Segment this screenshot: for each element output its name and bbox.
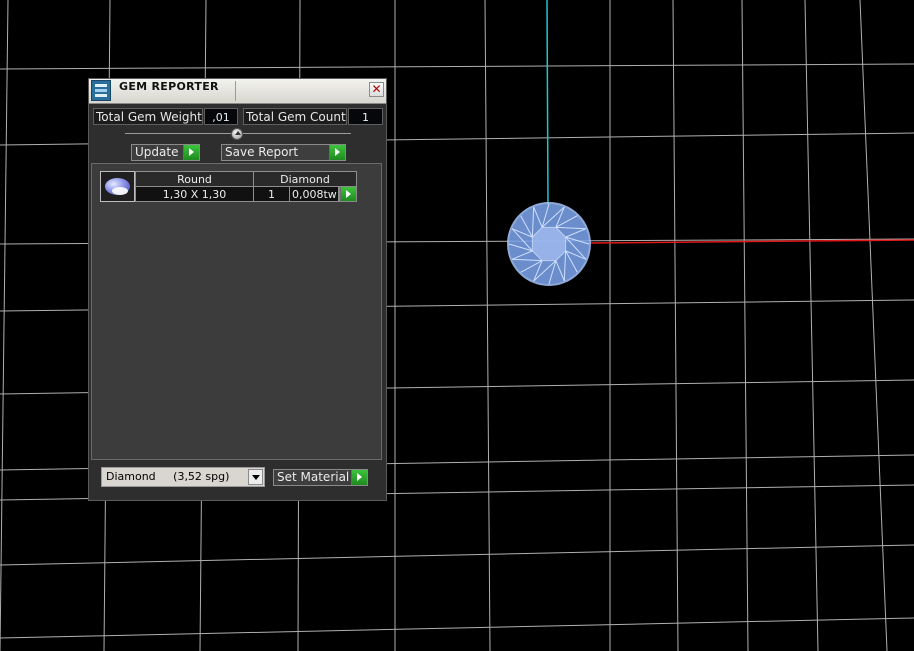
panel-title: GEM REPORTER <box>119 80 219 93</box>
set-material-button[interactable]: Set Material <box>273 469 368 486</box>
gem-size-cell: 1,30 X 1,30 <box>135 186 254 202</box>
play-arrow-icon <box>183 145 199 160</box>
update-button[interactable]: Update <box>131 144 200 161</box>
material-dropdown-value: Diamond (3,52 spg) <box>106 470 230 483</box>
play-arrow-icon <box>351 470 367 485</box>
play-arrow-icon <box>329 145 345 160</box>
panel-titlebar[interactable]: GEM REPORTER ✕ <box>89 79 386 104</box>
material-dropdown[interactable]: Diamond (3,52 spg) <box>101 467 265 487</box>
gem-list[interactable]: Round Diamond 1,30 X 1,30 1 0,008tw <box>91 163 382 460</box>
save-report-button-label: Save Report <box>225 145 299 159</box>
update-button-label: Update <box>135 145 179 159</box>
gem-thumbnail-icon <box>100 171 135 202</box>
y-axis <box>546 0 549 206</box>
total-gem-count-value: 1 <box>348 108 383 125</box>
gem-quantity-cell: 1 <box>253 186 290 202</box>
total-gem-weight-label: Total Gem Weight <box>93 108 203 125</box>
gem-weight-cell: 0,008tw <box>289 186 339 202</box>
total-gem-weight-value: ,01 <box>204 108 238 125</box>
diamond-gem-3d[interactable] <box>507 202 591 286</box>
row-select-button[interactable] <box>339 186 357 202</box>
gem-material-cell: Diamond <box>253 171 357 187</box>
total-gem-count-label: Total Gem Count <box>243 108 347 125</box>
titlebar-divider <box>235 81 236 101</box>
gem-shape-cell: Round <box>135 171 254 187</box>
save-report-button[interactable]: Save Report <box>221 144 346 161</box>
play-arrow-icon <box>340 187 356 201</box>
gem-reporter-app-icon <box>91 80 111 101</box>
set-material-button-label: Set Material <box>277 470 350 484</box>
collapse-toggle-icon[interactable] <box>231 128 243 140</box>
chevron-down-icon[interactable] <box>248 469 263 485</box>
gem-reporter-panel: GEM REPORTER ✕ Total Gem Weight ,01 Tota… <box>88 78 387 501</box>
close-icon[interactable]: ✕ <box>369 82 384 97</box>
